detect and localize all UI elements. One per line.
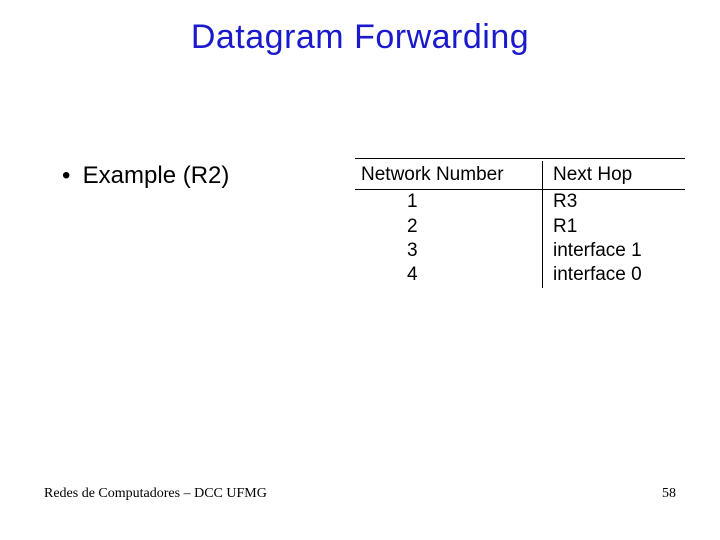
bullet-text: Example (R2) xyxy=(83,162,230,189)
cell-next-hop: interface 1 xyxy=(543,239,686,263)
col-header-next-hop: Next Hop xyxy=(543,161,686,189)
cell-next-hop: R1 xyxy=(543,215,686,239)
col-header-network-number: Network Number xyxy=(355,161,543,189)
cell-next-hop: interface 0 xyxy=(543,263,686,287)
table-row: 2 R1 xyxy=(355,215,685,239)
bullet-dot: • xyxy=(62,162,76,190)
table-row: 4 interface 0 xyxy=(355,263,685,287)
bullet-example: • Example (R2) xyxy=(62,162,229,190)
cell-network-number: 1 xyxy=(355,190,543,214)
cell-next-hop: R3 xyxy=(543,190,686,214)
table-row: 3 interface 1 xyxy=(355,239,685,263)
slide-title: Datagram Forwarding xyxy=(0,18,720,57)
table-top-rule xyxy=(355,158,685,159)
cell-network-number: 4 xyxy=(355,263,543,287)
table-header-row: Network Number Next Hop xyxy=(355,161,685,189)
table-row: 1 R3 xyxy=(355,190,685,214)
cell-network-number: 2 xyxy=(355,215,543,239)
forwarding-table: Network Number Next Hop 1 R3 2 R1 3 inte… xyxy=(355,158,685,288)
cell-network-number: 3 xyxy=(355,239,543,263)
footer-page-number: 58 xyxy=(662,486,676,502)
footer-course: Redes de Computadores – DCC UFMG xyxy=(44,486,267,502)
